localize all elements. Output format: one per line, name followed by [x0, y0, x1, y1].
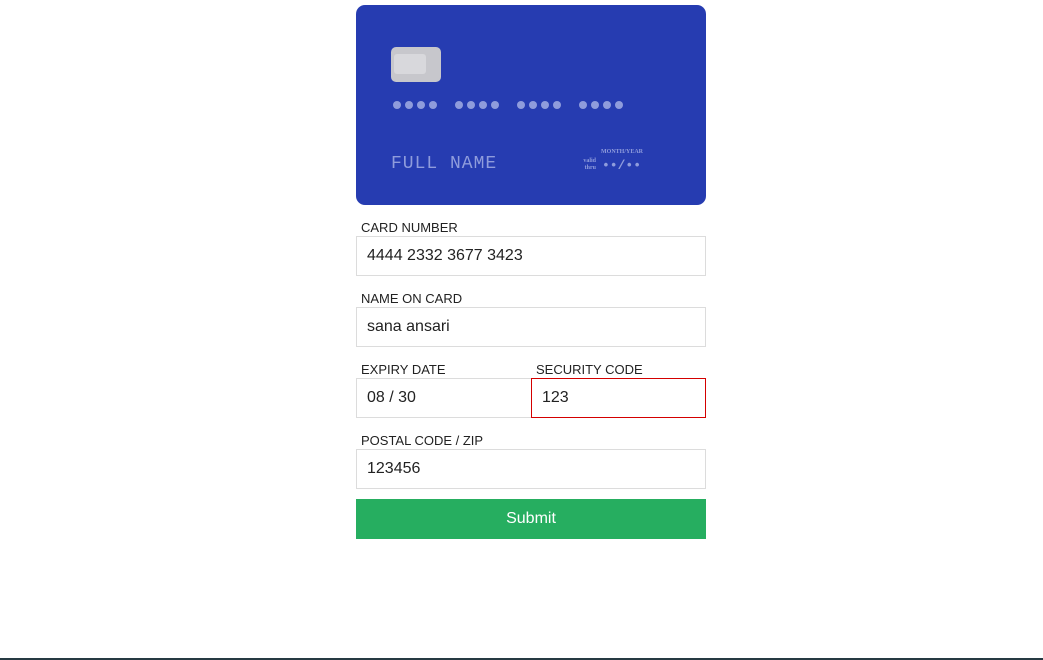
card-number-input[interactable] [356, 236, 706, 276]
credit-card-preview: FULL NAME MONTH/YEAR valid thru ••/•• [356, 5, 706, 205]
card-number-mask-dot [541, 101, 549, 109]
card-number-dot-group [393, 101, 437, 109]
card-number-mask-dot [491, 101, 499, 109]
card-number-mask-dot [579, 101, 587, 109]
card-number-dot-group [517, 101, 561, 109]
card-number-mask-dot [591, 101, 599, 109]
card-number-display [393, 101, 623, 109]
postal-code-input[interactable] [356, 449, 706, 489]
card-number-mask-dot [529, 101, 537, 109]
card-number-mask-dot [553, 101, 561, 109]
card-valid-thru: valid thru [583, 158, 596, 171]
card-number-mask-dot [429, 101, 437, 109]
card-expiry-display: MONTH/YEAR valid thru ••/•• [580, 148, 680, 178]
card-number-mask-dot [417, 101, 425, 109]
security-code-input[interactable] [531, 378, 706, 418]
card-chip-inner [394, 54, 426, 74]
card-number-mask-dot [615, 101, 623, 109]
card-expiry-value: ••/•• [602, 158, 642, 173]
name-on-card-label: NAME ON CARD [361, 291, 463, 306]
card-number-mask-dot [517, 101, 525, 109]
card-number-label: CARD NUMBER [361, 220, 458, 235]
name-on-card-input[interactable] [356, 307, 706, 347]
card-number-mask-dot [603, 101, 611, 109]
card-number-mask-dot [467, 101, 475, 109]
submit-button[interactable]: Submit [356, 499, 706, 539]
security-code-label: SECURITY CODE [536, 362, 643, 377]
expiry-date-label: EXPIRY DATE [361, 362, 446, 377]
card-number-mask-dot [405, 101, 413, 109]
card-number-dot-group [455, 101, 499, 109]
postal-code-label: POSTAL CODE / ZIP [361, 433, 484, 448]
payment-page: FULL NAME MONTH/YEAR valid thru ••/•• CA… [0, 0, 1043, 660]
card-number-mask-dot [455, 101, 463, 109]
card-number-dot-group [579, 101, 623, 109]
card-number-mask-dot [393, 101, 401, 109]
card-name-display: FULL NAME [391, 154, 498, 174]
card-expiry-caption: MONTH/YEAR [601, 149, 643, 155]
expiry-date-input[interactable] [356, 378, 532, 418]
card-number-mask-dot [479, 101, 487, 109]
card-chip-icon [391, 47, 441, 82]
